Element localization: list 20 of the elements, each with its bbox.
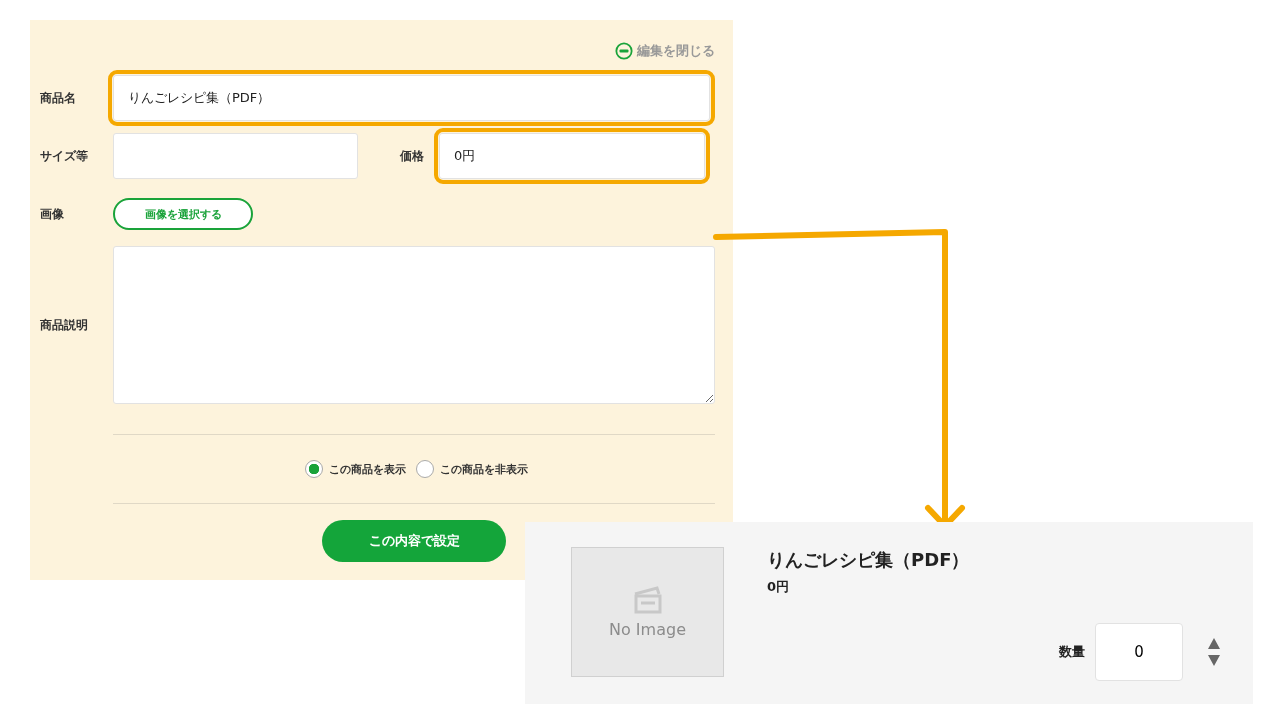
field-label: 商品名 [40,89,77,107]
radio-label[interactable]: この商品を表示 [328,461,406,477]
quantity-field[interactable]: 0 [1095,623,1183,681]
field-label: サイズ等 [40,147,89,165]
field-label: 価格 [400,147,424,165]
radio-button[interactable] [415,460,434,478]
minus-circle-icon [615,42,633,60]
radio-button[interactable] [304,460,323,478]
product-name-field[interactable]: りんごレシピ集（PDF） [113,75,710,121]
description-field[interactable] [113,246,715,404]
stepper-arrows-icon[interactable] [1207,637,1221,667]
quantity-label: 数量 [1059,643,1085,661]
radio-label[interactable]: この商品を非表示 [439,461,528,477]
field-label: 商品説明 [40,316,89,334]
no-image-text: No Image [609,619,686,639]
product-name: りんごレシピ集（PDF） [767,548,971,572]
size-field[interactable] [113,133,358,179]
field-label: 画像 [40,205,65,223]
product-price: 0円 [767,578,791,596]
price-field[interactable]: 0円 [439,133,705,179]
